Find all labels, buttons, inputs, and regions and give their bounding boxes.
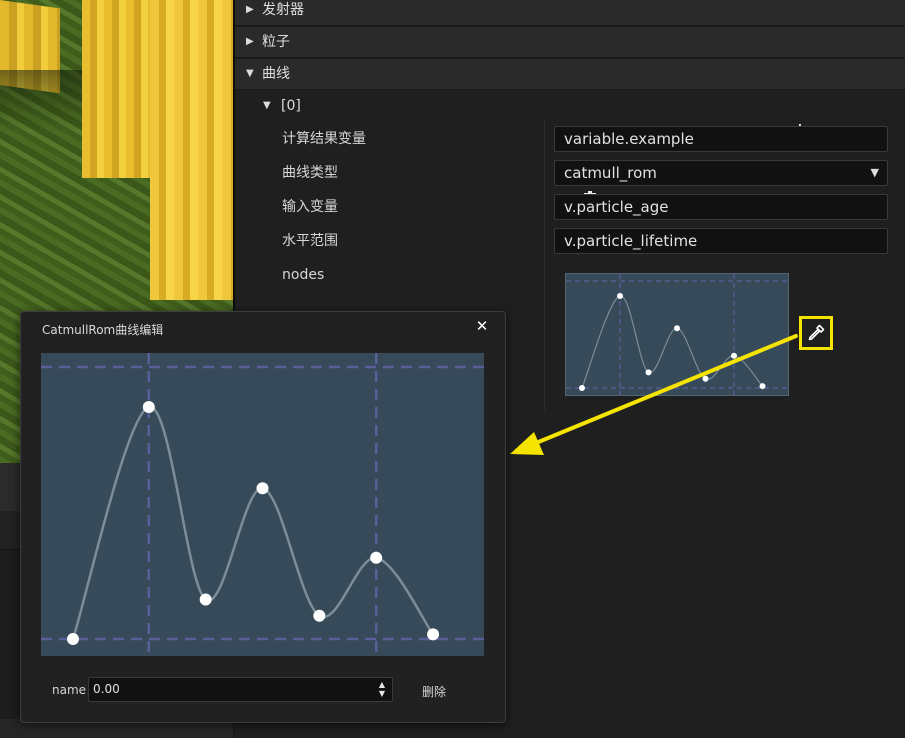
node-value-input[interactable]: 0.00 ▲ ▼ — [88, 677, 393, 702]
curve-graph[interactable] — [41, 353, 484, 656]
curve-node[interactable] — [142, 401, 155, 413]
name-label: name — [52, 683, 87, 697]
input-value: 0.00 — [93, 682, 120, 696]
curve-editor-dialog: CatmullRom曲线编辑 ✕ name 0.00 ▲ ▼ 删除 — [20, 311, 506, 723]
close-icon: ✕ — [475, 317, 489, 335]
curve-node[interactable] — [67, 633, 79, 645]
curve-node[interactable] — [427, 628, 440, 641]
dialog-title: CatmullRom曲线编辑 — [42, 323, 164, 337]
curve-node[interactable] — [313, 609, 326, 622]
delete-node-button[interactable]: 删除 — [422, 683, 446, 700]
curve-node[interactable] — [256, 482, 269, 495]
spin-down-icon[interactable]: ▼ — [379, 690, 385, 698]
spin-up-icon[interactable]: ▲ — [379, 681, 385, 689]
close-button[interactable]: ✕ — [473, 317, 491, 335]
curve-node[interactable] — [199, 593, 212, 606]
curve-node[interactable] — [370, 551, 383, 564]
